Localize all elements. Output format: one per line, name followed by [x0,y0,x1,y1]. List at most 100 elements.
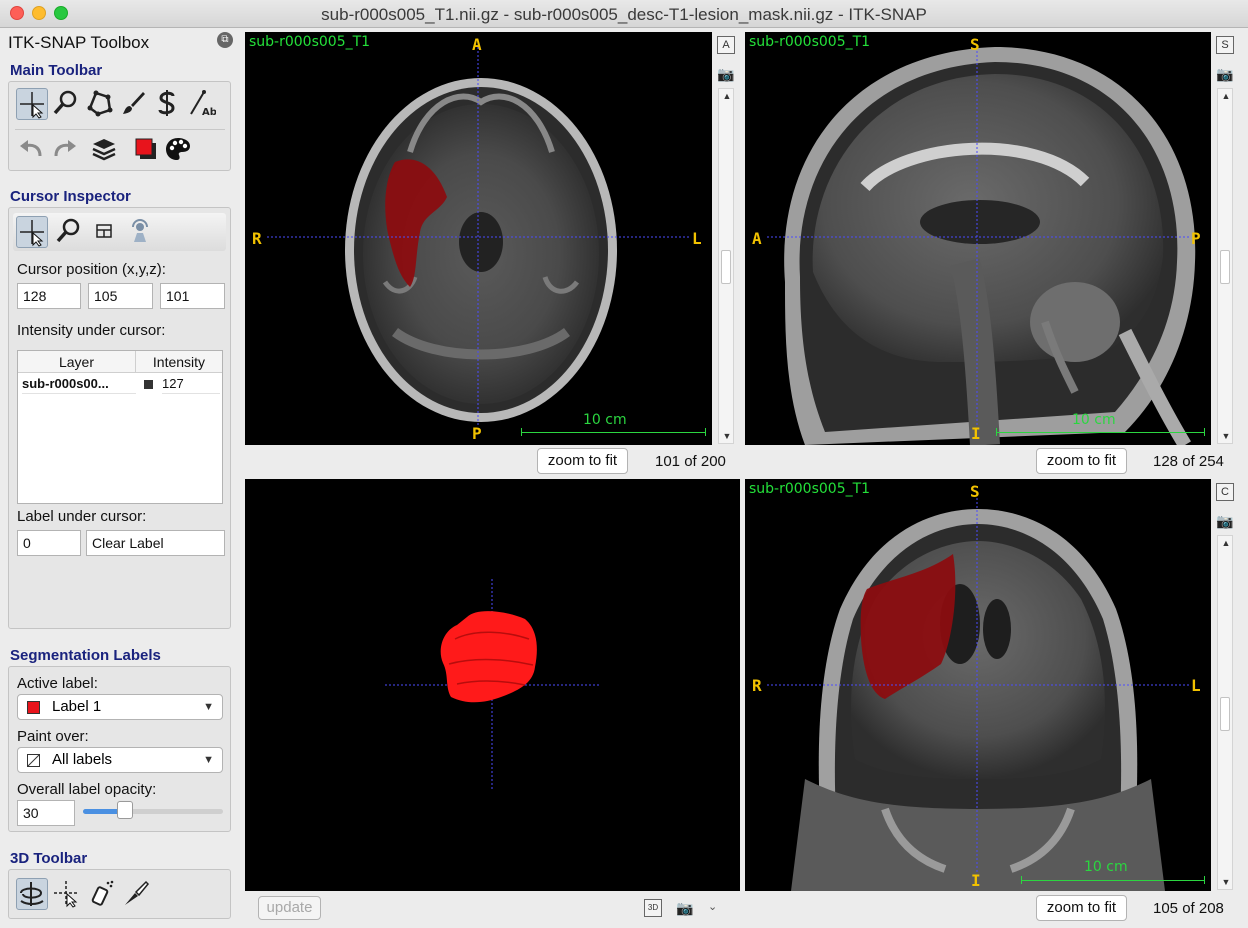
expand-3d-button[interactable]: 3D [644,899,662,917]
coronal-ori-top: S [970,482,980,501]
zoom-tool-icon[interactable] [50,88,82,120]
coronal-slice-number: 105 of 208 [1153,900,1224,917]
redo-icon[interactable] [50,134,82,166]
annotation-tool-icon[interactable]: Ab [186,88,218,120]
coronal-slice-scrollbar[interactable]: ▲ ▼ [1217,535,1233,890]
sync-tab-icon[interactable] [125,216,157,248]
cursor-inspect-tab-icon[interactable] [16,216,48,248]
coronal-ori-bottom: I [971,871,981,890]
scalpel-icon[interactable] [121,878,153,910]
sagittal-slice-number: 128 of 254 [1153,453,1224,470]
coronal-zoom-to-fit-button[interactable]: zoom to fit [1036,895,1127,921]
toolbox-title: ITK-SNAP Toolbox [8,33,150,52]
axial-sidebar: A 📷 ▲ ▼ [714,32,738,445]
title-bar: sub-r000s005_T1.nii.gz - sub-r000s005_de… [0,0,1248,28]
layers-icon[interactable] [89,134,121,166]
label-name-field[interactable]: Clear Label [86,530,225,556]
camera-icon[interactable]: 📷 [1216,66,1234,82]
cursor-position-label: Cursor position (x,y,z): [17,261,166,278]
active-label-label: Active label: [17,675,98,692]
chevron-down-icon[interactable]: ⌄ [708,900,717,913]
intensity-label: Intensity under cursor: [17,322,166,339]
coronal-scale-bar [1021,880,1205,881]
axial-ori-right: L [692,229,702,248]
camera-icon[interactable]: 📷 [717,66,735,82]
table-cell-layer[interactable]: sub-r000s00... [22,374,136,394]
crosshair-3d-icon[interactable] [51,878,83,910]
itk-snap-window: sub-r000s005_T1.nii.gz - sub-r000s005_de… [0,0,1248,928]
axial-scale-bar [521,432,706,433]
cursor-inspector: Cursor position (x,y,z): 128 105 101 Int… [8,207,231,629]
main-toolbar: Ab [8,81,231,171]
palette-icon[interactable] [163,134,195,166]
opacity-field[interactable]: 30 [17,800,75,826]
spray-paint-icon[interactable] [86,878,118,910]
axial-expand-button[interactable]: A [717,36,735,54]
toolbar-3d-title: 3D Toolbar [10,850,88,867]
sagittal-slice-image [767,47,1196,445]
coronal-view[interactable]: sub-r000s005_T1 S I R L 10 cm [745,479,1211,891]
label-value-field[interactable]: 0 [17,530,81,556]
segmentation-labels-title: Segmentation Labels [10,647,161,664]
axial-ori-left: R [252,229,262,248]
sagittal-expand-button[interactable]: S [1216,36,1234,54]
coronal-slice-image [767,494,1190,891]
paint-over-select[interactable]: All labels ▼ [17,747,223,773]
sagittal-scale-bar [996,432,1205,433]
active-label-swatch [27,701,40,714]
sagittal-slice-scrollbar[interactable]: ▲ ▼ [1217,88,1233,444]
axial-slice-image [267,47,690,427]
axial-zoom-to-fit-button[interactable]: zoom to fit [537,448,628,474]
cursor-z-field[interactable]: 101 [160,283,225,309]
lesion-3d-render [385,579,601,789]
axial-slice-number: 101 of 200 [655,453,726,470]
axial-view[interactable]: sub-r000s005_T1 A P R L 10 cm [245,32,712,445]
paint-over-label: Paint over: [17,728,89,745]
cursor-x-field[interactable]: 128 [17,283,81,309]
opacity-slider-track[interactable] [83,809,223,814]
sagittal-view[interactable]: sub-r000s005_T1 S I A P 10 cm [745,32,1211,445]
table-cell-intensity[interactable]: 127 [162,374,220,394]
column-header-intensity[interactable]: Intensity [136,351,222,373]
column-header-layer[interactable]: Layer [18,351,136,373]
sagittal-ori-top: S [970,35,980,54]
sagittal-sidebar: S 📷 ▲ ▼ [1213,32,1237,445]
rotate-3d-icon[interactable] [16,878,48,910]
toolbar-3d [8,869,231,919]
axial-layer-name: sub-r000s005_T1 [249,34,371,50]
active-label-select[interactable]: Label 1 ▼ [17,694,223,720]
paintbrush-tool-icon[interactable] [118,88,150,120]
camera-icon[interactable]: 📷 [676,900,694,916]
lesion-3d-mesh [440,611,537,703]
camera-icon[interactable]: 📷 [1216,513,1234,529]
layout-tab-icon[interactable] [89,216,121,248]
sagittal-layer-name: sub-r000s005_T1 [749,34,871,50]
snake-tool-icon[interactable] [152,88,184,120]
label-color-icon[interactable] [131,134,163,166]
update-3d-button[interactable]: update [258,896,321,920]
sagittal-ori-bottom: I [971,424,981,443]
intensity-swatch [144,380,153,389]
svg-text:Ab: Ab [202,107,216,118]
undo-icon[interactable] [16,134,48,166]
main-toolbar-title: Main Toolbar [10,62,103,79]
cursor-y-field[interactable]: 105 [88,283,153,309]
toolbox-panel: ITK-SNAP Toolbox ⧉ Main Toolbar Ab Curso… [0,28,242,928]
sagittal-ori-right: P [1191,229,1201,248]
sagittal-zoom-to-fit-button[interactable]: zoom to fit [1036,448,1127,474]
chevron-down-icon: ▼ [203,701,214,713]
detach-panel-icon[interactable]: ⧉ [217,32,233,48]
axial-ori-bottom: P [472,424,482,443]
axial-slice-scrollbar[interactable]: ▲ ▼ [718,88,734,444]
polygon-tool-icon[interactable] [84,88,116,120]
crosshair-tool-icon[interactable] [16,88,48,120]
coronal-expand-button[interactable]: C [1216,483,1234,501]
render-3d-view[interactable] [245,479,740,891]
paint-over-value: All labels [52,751,113,768]
all-labels-icon [27,754,40,767]
coronal-scale-label: 10 cm [1084,859,1128,875]
opacity-label: Overall label opacity: [17,781,157,798]
window-title: sub-r000s005_T1.nii.gz - sub-r000s005_de… [321,5,927,24]
opacity-slider-handle[interactable] [117,801,133,819]
zoom-inspect-tab-icon[interactable] [53,216,85,248]
